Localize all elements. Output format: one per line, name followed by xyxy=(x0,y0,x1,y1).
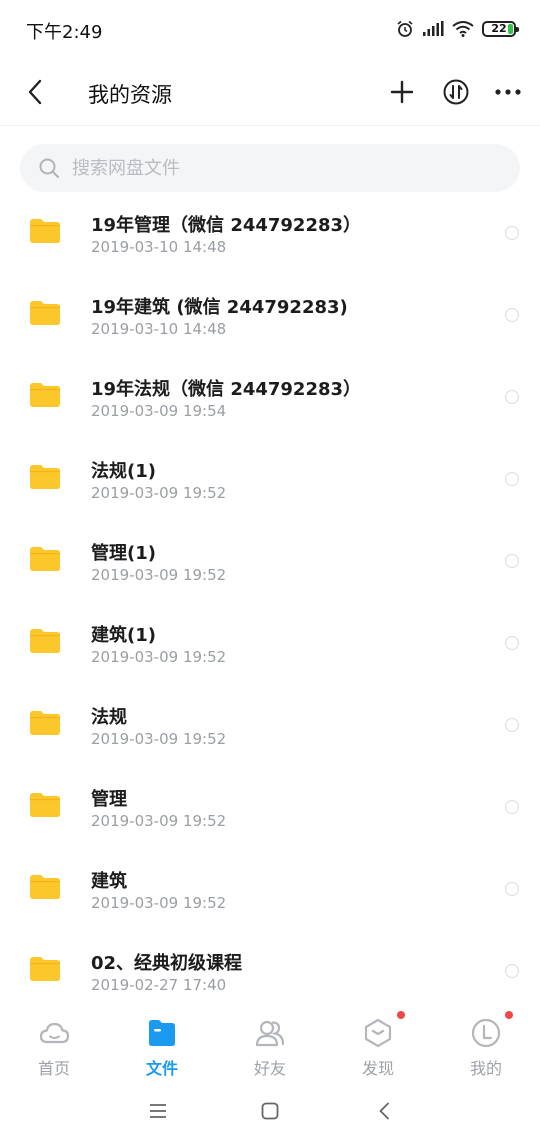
file-name: 19年管理（微信 244792283） xyxy=(91,215,362,236)
header: 我的资源 xyxy=(0,60,540,126)
select-checkbox[interactable] xyxy=(505,718,519,732)
system-nav xyxy=(0,1083,540,1140)
discover-icon xyxy=(364,1018,392,1048)
menu-button[interactable] xyxy=(144,1097,172,1125)
file-name: 建筑 xyxy=(91,871,127,892)
file-name: 法规 xyxy=(91,707,127,728)
more-dots-icon xyxy=(495,89,521,95)
file-list: 19年管理（微信 244792283） 2019-03-10 14:48 19年… xyxy=(0,192,540,1000)
back-button[interactable] xyxy=(18,74,54,110)
add-button[interactable] xyxy=(384,74,420,110)
sort-button[interactable] xyxy=(438,74,474,110)
file-row[interactable]: 法规(1) 2019-03-09 19:52 xyxy=(0,438,540,520)
notification-badge xyxy=(397,1011,405,1019)
file-date: 2019-02-27 17:40 xyxy=(91,976,227,994)
file-date: 2019-03-09 19:52 xyxy=(91,730,227,748)
file-name: 19年法规（微信 244792283） xyxy=(91,379,362,400)
more-button[interactable] xyxy=(490,74,526,110)
file-name: 管理(1) xyxy=(91,543,156,564)
battery-indicator: 22 xyxy=(482,21,519,37)
select-checkbox[interactable] xyxy=(505,472,519,486)
notification-badge xyxy=(505,1011,513,1019)
file-row[interactable]: 19年管理（微信 244792283） 2019-03-10 14:48 xyxy=(0,192,540,274)
file-row[interactable]: 法规 2019-03-09 19:52 xyxy=(0,684,540,766)
home-button[interactable] xyxy=(256,1097,284,1125)
plus-icon xyxy=(390,80,414,104)
select-checkbox[interactable] xyxy=(505,882,519,896)
file-date: 2019-03-09 19:54 xyxy=(91,402,227,420)
search-box[interactable] xyxy=(20,144,520,192)
folder-icon xyxy=(30,547,60,571)
status-icons: 22 xyxy=(396,18,519,40)
battery-fill xyxy=(508,24,513,34)
file-name: 法规(1) xyxy=(91,461,156,482)
sort-arrows-icon xyxy=(443,79,469,105)
folder-icon xyxy=(30,383,60,407)
file-name: 02、经典初级课程 xyxy=(91,953,243,974)
file-date: 2019-03-10 14:48 xyxy=(91,238,227,256)
nav-item-home[interactable]: 首页 xyxy=(0,1003,108,1083)
bottom-nav: 首页 文件 好友 发现 我的 xyxy=(0,1003,540,1083)
file-row[interactable]: 19年建筑 (微信 244792283) 2019-03-10 14:48 xyxy=(0,274,540,356)
alarm-icon xyxy=(397,20,413,37)
nav-label: 发现 xyxy=(361,1059,394,1078)
nav-label: 好友 xyxy=(253,1059,286,1078)
nav-item-files[interactable]: 文件 xyxy=(108,1003,216,1083)
file-row[interactable]: 管理 2019-03-09 19:52 xyxy=(0,766,540,848)
nav-item-mine[interactable]: 我的 xyxy=(432,1003,540,1083)
folder-icon xyxy=(30,465,60,489)
battery-level: 22 xyxy=(491,22,507,35)
file-date: 2019-03-09 19:52 xyxy=(91,648,227,666)
file-row[interactable]: 建筑(1) 2019-03-09 19:52 xyxy=(0,602,540,684)
chevron-left-icon xyxy=(28,79,42,105)
nav-label: 文件 xyxy=(145,1059,178,1078)
wifi-icon xyxy=(452,21,474,37)
system-back-button[interactable] xyxy=(370,1097,398,1125)
nav-item-discover[interactable]: 发现 xyxy=(324,1003,432,1083)
folder-icon xyxy=(149,1020,175,1046)
select-checkbox[interactable] xyxy=(505,390,519,404)
file-name: 管理 xyxy=(91,789,127,810)
folder-icon xyxy=(30,219,60,243)
status-bar: 下午2:49 22 xyxy=(0,0,540,60)
signal-icon xyxy=(423,21,444,36)
file-name: 19年建筑 (微信 244792283) xyxy=(91,297,348,318)
search-icon xyxy=(39,158,60,179)
nav-label: 我的 xyxy=(469,1059,502,1078)
page-title: 我的资源 xyxy=(88,83,172,107)
friends-icon xyxy=(255,1020,285,1047)
back-triangle-icon xyxy=(379,1102,389,1120)
file-row[interactable]: 19年法规（微信 244792283） 2019-03-09 19:54 xyxy=(0,356,540,438)
select-checkbox[interactable] xyxy=(505,308,519,322)
nav-label: 首页 xyxy=(37,1059,70,1078)
cloud-icon xyxy=(39,1022,70,1044)
profile-icon xyxy=(471,1018,501,1048)
file-date: 2019-03-09 19:52 xyxy=(91,484,227,502)
folder-icon xyxy=(30,875,60,899)
file-date: 2019-03-09 19:52 xyxy=(91,566,227,584)
file-date: 2019-03-09 19:52 xyxy=(91,812,227,830)
file-row[interactable]: 02、经典初级课程 2019-02-27 17:40 xyxy=(0,930,540,1000)
menu-icon xyxy=(150,1104,166,1118)
select-checkbox[interactable] xyxy=(505,226,519,240)
nav-item-friends[interactable]: 好友 xyxy=(216,1003,324,1083)
folder-icon xyxy=(30,629,60,653)
file-row[interactable]: 建筑 2019-03-09 19:52 xyxy=(0,848,540,930)
folder-icon xyxy=(30,957,60,981)
folder-icon xyxy=(30,301,60,325)
status-time: 下午2:49 xyxy=(26,22,103,43)
folder-icon xyxy=(30,793,60,817)
file-name: 建筑(1) xyxy=(91,625,156,646)
select-checkbox[interactable] xyxy=(505,964,519,978)
file-date: 2019-03-10 14:48 xyxy=(91,320,227,338)
folder-icon xyxy=(30,711,60,735)
select-checkbox[interactable] xyxy=(505,800,519,814)
search-input[interactable] xyxy=(72,144,492,192)
square-home-icon xyxy=(261,1102,279,1120)
select-checkbox[interactable] xyxy=(505,636,519,650)
file-date: 2019-03-09 19:52 xyxy=(91,894,227,912)
select-checkbox[interactable] xyxy=(505,554,519,568)
file-row[interactable]: 管理(1) 2019-03-09 19:52 xyxy=(0,520,540,602)
